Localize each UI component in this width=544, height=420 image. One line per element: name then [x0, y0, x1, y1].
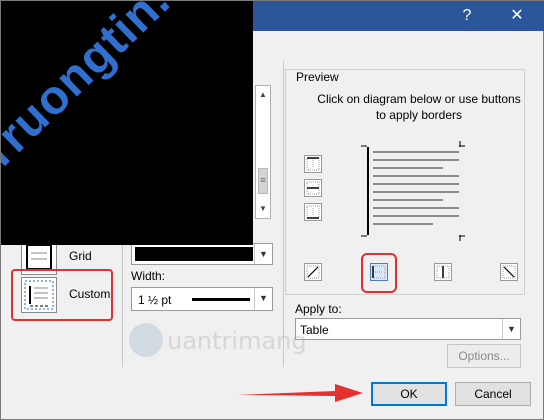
width-value: 1 ½ pt — [138, 293, 172, 307]
color-swatch — [135, 247, 253, 261]
inside-horizontal-border-icon[interactable] — [304, 179, 322, 197]
arrow-annotation-icon — [237, 384, 363, 402]
logo-watermark: uantrimang — [129, 321, 379, 359]
preview-text-line — [373, 199, 443, 201]
scroll-down-icon[interactable]: ▼ — [256, 202, 270, 216]
bottom-border-icon[interactable] — [304, 203, 322, 221]
preview-instruction: Click on diagram below or use buttons to… — [317, 92, 521, 122]
chevron-down-icon[interactable]: ▼ — [254, 244, 272, 264]
left-border-highlight-annotation — [361, 253, 397, 293]
scroll-up-icon[interactable]: ▲ — [256, 88, 270, 102]
custom-highlight-annotation — [11, 269, 113, 321]
preview-text-line — [373, 183, 459, 185]
corner-mark — [459, 235, 465, 241]
diagonal-up-border-icon[interactable] — [304, 263, 322, 281]
logo-icon — [129, 323, 163, 357]
preview-text-line — [373, 159, 459, 161]
preview-text-line — [373, 215, 459, 217]
preview-text-line — [373, 151, 459, 153]
inside-vertical-border-icon[interactable] — [434, 263, 452, 281]
watermark-text: Truongtin.top — [1, 1, 237, 182]
scroll-thumb[interactable]: ≡ — [258, 168, 268, 194]
apply-to-label: Apply to: — [295, 302, 342, 316]
options-button[interactable]: Options... — [447, 344, 521, 368]
corner-mark — [361, 235, 367, 237]
preview-text-line — [373, 207, 459, 209]
diagonal-down-border-icon[interactable] — [500, 263, 518, 281]
chevron-down-icon[interactable]: ▼ — [502, 319, 520, 339]
chevron-down-icon[interactable]: ▼ — [254, 288, 272, 310]
preview-text-line — [373, 175, 459, 177]
cancel-button[interactable]: Cancel — [455, 382, 531, 406]
preview-text-line — [373, 167, 443, 169]
preview-text-line — [373, 191, 459, 193]
preview-left-border — [367, 147, 369, 235]
ok-button[interactable]: OK — [371, 382, 447, 406]
style-list-scrollbar[interactable]: ▲ ≡ ▼ — [255, 85, 271, 219]
top-border-icon[interactable] — [304, 155, 322, 173]
corner-mark — [459, 141, 465, 147]
borders-and-shading-dialog: ? ✕ Grid Custom ▲ ≡ ▼ ▼ Width: 1 ½ pt ▼ … — [0, 0, 544, 420]
preview-diagram[interactable] — [361, 141, 467, 241]
color-dropdown[interactable]: ▼ — [131, 243, 273, 265]
logo-watermark-text: uantrimang — [167, 327, 307, 355]
corner-mark — [361, 145, 367, 147]
close-button[interactable]: ✕ — [489, 1, 544, 31]
width-label: Width: — [131, 269, 166, 283]
width-line-sample — [192, 298, 250, 301]
watermark-overlay: Truongtin.top — [1, 1, 253, 245]
setting-label-grid: Grid — [69, 249, 92, 263]
preview-text-line — [373, 223, 433, 225]
help-button[interactable]: ? — [447, 1, 487, 31]
preview-title: Preview — [293, 70, 342, 84]
width-dropdown[interactable]: 1 ½ pt ▼ — [131, 287, 273, 311]
